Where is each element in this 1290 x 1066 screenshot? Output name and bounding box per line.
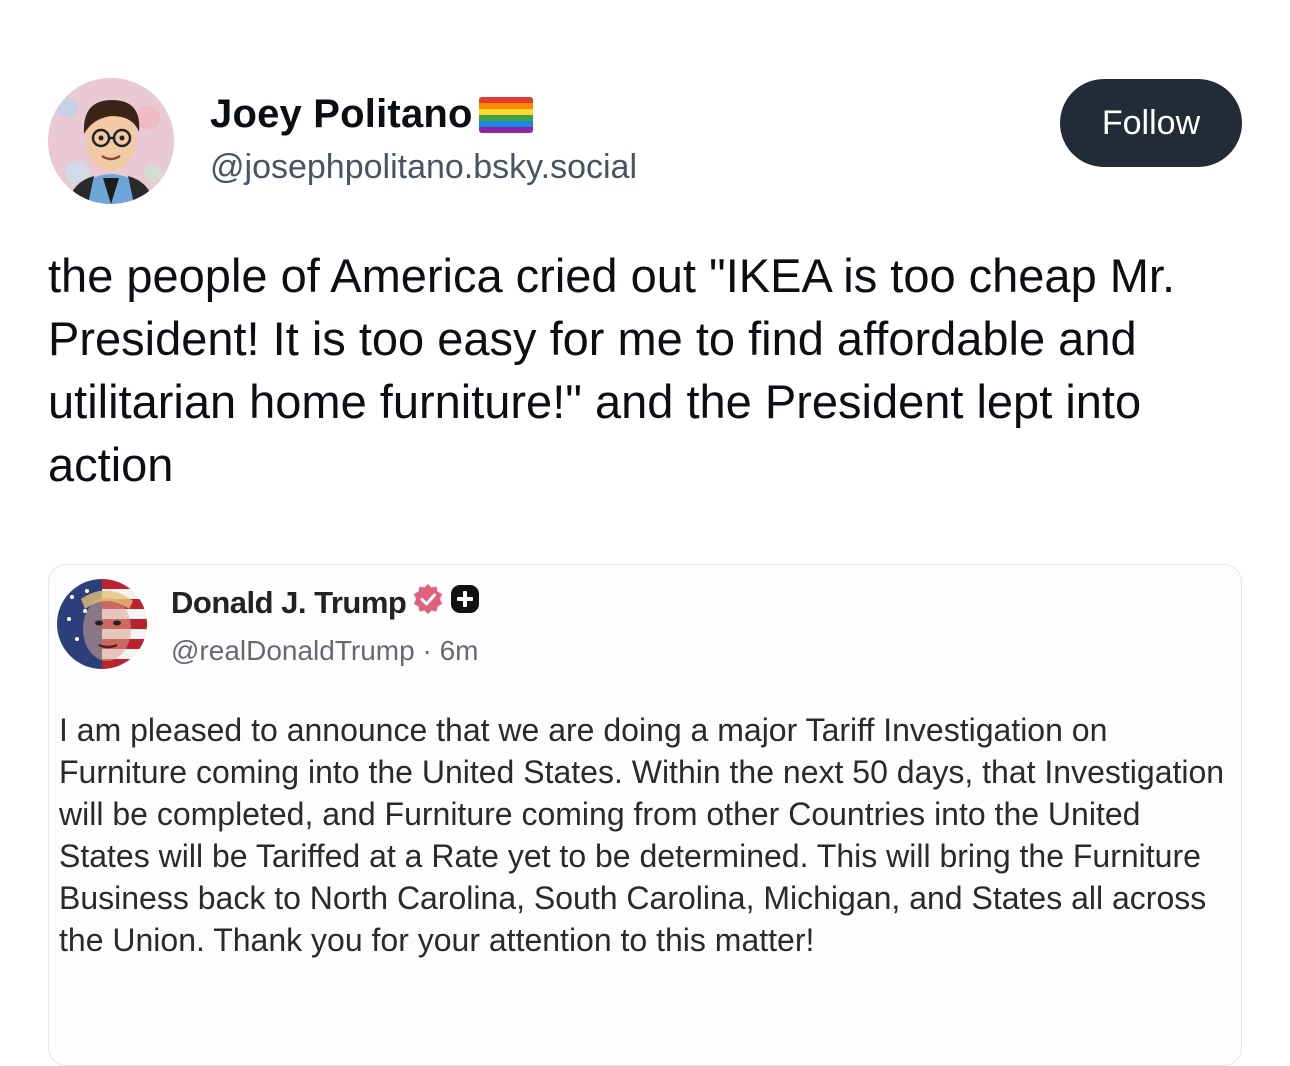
- author-avatar[interactable]: [48, 78, 174, 204]
- flag-face-avatar-image: [57, 579, 147, 669]
- verified-badge-icon: [412, 583, 444, 623]
- avatar-image: [48, 78, 174, 204]
- rainbow-flag-icon: [478, 96, 533, 133]
- meta-separator: ·: [414, 635, 440, 666]
- quoted-author-avatar[interactable]: [57, 579, 147, 669]
- quoted-post-text: I am pleased to announce that we are doi…: [59, 712, 1225, 958]
- quoted-post[interactable]: Donald J. Trump @realDonaldTrump · 6m I …: [48, 564, 1242, 1066]
- plus-badge-icon: [450, 584, 480, 622]
- quoted-author-name[interactable]: Donald J. Trump: [171, 583, 480, 623]
- follow-button[interactable]: Follow: [1060, 79, 1242, 167]
- post-card: Joey Politano @josephpolitano.bsky.socia…: [0, 0, 1290, 1066]
- quoted-author-meta: @realDonaldTrump · 6m: [171, 635, 479, 667]
- quoted-author-name-text: Donald J. Trump: [171, 585, 407, 620]
- author-display-name[interactable]: Joey Politano: [210, 92, 533, 137]
- post-text: the people of America cried out "IKEA is…: [48, 249, 1176, 491]
- author-handle[interactable]: @josephpolitano.bsky.social: [210, 148, 637, 187]
- author-name-text: Joey Politano: [210, 92, 473, 136]
- quoted-author-handle[interactable]: @realDonaldTrump: [171, 635, 415, 666]
- quoted-post-time[interactable]: 6m: [440, 635, 479, 666]
